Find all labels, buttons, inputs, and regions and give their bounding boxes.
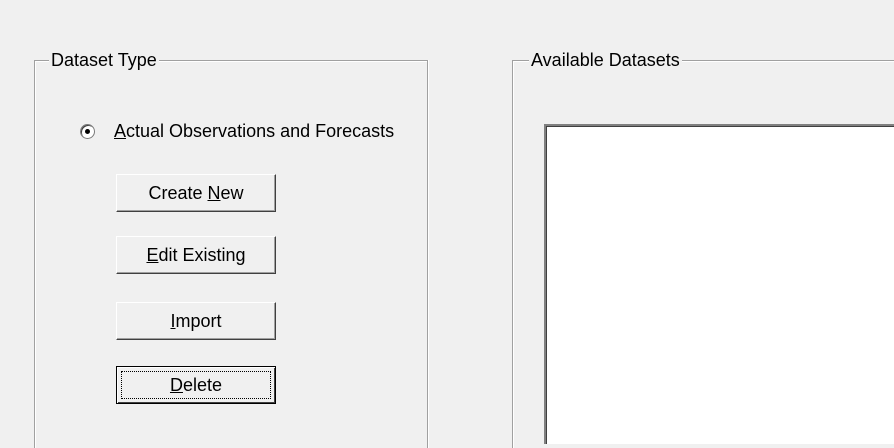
actual-observations-label: Actual Observations and Forecasts — [114, 120, 395, 141]
dataset-type-legend: Dataset Type — [49, 48, 159, 72]
radio-button-selected[interactable] — [80, 123, 95, 139]
create-new-button[interactable]: Create New — [116, 174, 276, 212]
delete-button[interactable]: Delete — [116, 366, 276, 404]
edit-existing-button[interactable]: Edit Existing — [116, 236, 276, 274]
radio-dot-icon — [85, 128, 90, 134]
import-button[interactable]: Import — [116, 302, 276, 340]
actual-observations-radio-option[interactable]: Actual Observations and Forecasts — [80, 118, 394, 144]
available-datasets-legend: Available Datasets — [529, 48, 682, 72]
dataset-dialog: Dataset Type Actual Observations and For… — [0, 0, 894, 448]
available-datasets-listbox[interactable] — [544, 124, 894, 444]
